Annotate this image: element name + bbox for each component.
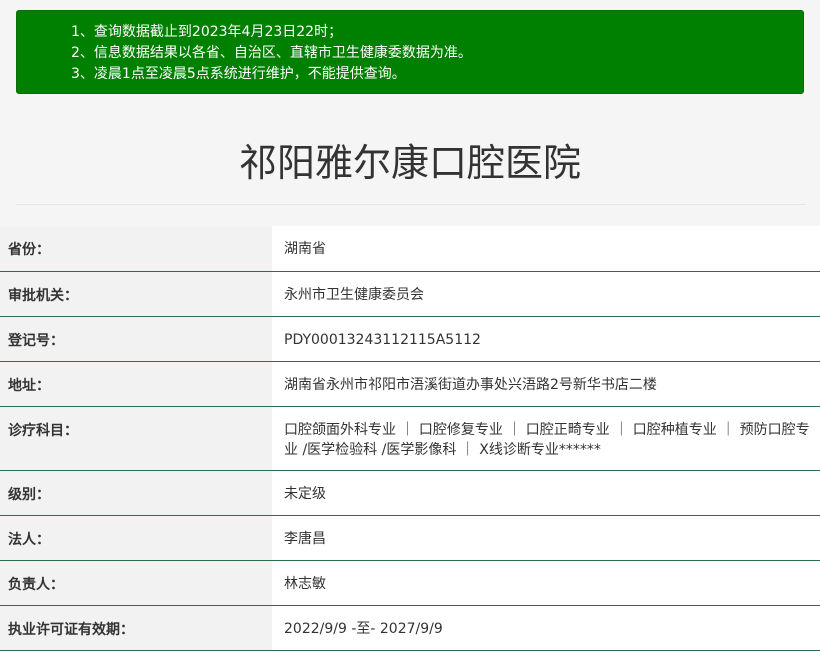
row-label: 地址： [0, 361, 272, 407]
notice-line-3: 3、凌晨1点至凌晨5点系统进行维护，不能提供查询。 [71, 66, 406, 82]
row-value: 林志敏 [272, 560, 820, 606]
table-row-level: 级别： 未定级 [0, 470, 820, 516]
row-label: 级别： [0, 470, 272, 516]
hospital-info-table: 省份： 湖南省 审批机关： 永州市卫生健康委员会 登记号： PDY0001324… [0, 226, 820, 651]
table-row-approval-authority: 审批机关： 永州市卫生健康委员会 [0, 271, 820, 317]
table-row-license-validity: 执业许可证有效期： 2022/9/9 -至- 2027/9/9 [0, 605, 820, 651]
row-value: 2022/9/9 -至- 2027/9/9 [272, 605, 820, 651]
row-label: 省份： [0, 226, 272, 272]
row-value: 永州市卫生健康委员会 [272, 271, 820, 317]
row-label: 法人： [0, 515, 272, 561]
page-title: 祁阳雅尔康口腔医院 [238, 141, 581, 185]
notice-banner: 1、查询数据截止到2023年4月23日22时； 2、信息数据结果以各省、自治区、… [16, 10, 804, 94]
row-label: 执业许可证有效期： [0, 605, 272, 651]
row-value: 未定级 [272, 470, 820, 516]
table-row-registration-number: 登记号： PDY00013243112115A5112 [0, 316, 820, 362]
table-row-address: 地址： 湖南省永州市祁阳市浯溪街道办事处兴浯路2号新华书店二楼 [0, 361, 820, 407]
row-value: 湖南省 [272, 226, 820, 272]
row-label: 诊疗科目： [0, 406, 272, 471]
row-label: 审批机关： [0, 271, 272, 317]
notice-line-2: 2、信息数据结果以各省、自治区、直辖市卫生健康委数据为准。 [71, 45, 472, 61]
table-row-departments: 诊疗科目： 口腔颌面外科专业 ｜ 口腔修复专业 ｜ 口腔正畸专业 ｜ 口腔种植专… [0, 406, 820, 471]
row-label: 登记号： [0, 316, 272, 362]
table-row-province: 省份： 湖南省 [0, 226, 820, 272]
table-row-person-in-charge: 负责人： 林志敏 [0, 560, 820, 606]
row-value: PDY00013243112115A5112 [272, 316, 820, 362]
row-label: 负责人： [0, 560, 272, 606]
title-divider [16, 204, 806, 205]
row-value: 李唐昌 [272, 515, 820, 561]
notice-line-1: 1、查询数据截止到2023年4月23日22时； [71, 24, 343, 40]
table-row-legal-person: 法人： 李唐昌 [0, 515, 820, 561]
row-value: 口腔颌面外科专业 ｜ 口腔修复专业 ｜ 口腔正畸专业 ｜ 口腔种植专业 ｜ 预防… [272, 406, 820, 471]
row-value: 湖南省永州市祁阳市浯溪街道办事处兴浯路2号新华书店二楼 [272, 361, 820, 407]
